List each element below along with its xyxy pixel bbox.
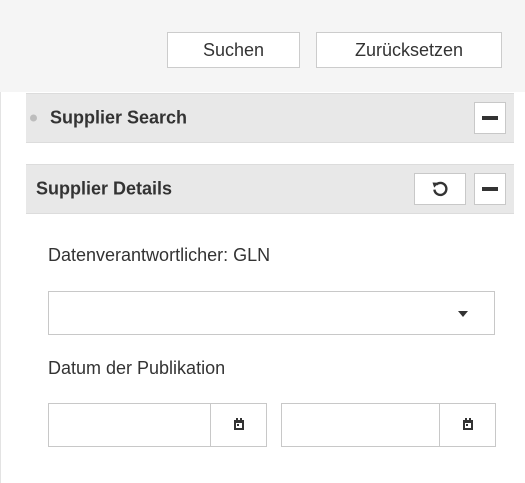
minus-icon <box>482 187 498 191</box>
supplier-search-collapse-button[interactable] <box>474 102 506 134</box>
supplier-details-panel-header[interactable]: Supplier Details <box>26 164 514 214</box>
publication-date-from-group <box>48 403 267 447</box>
action-toolbar: Suchen Zurücksetzen <box>0 0 525 92</box>
publication-date-to-calendar-button[interactable] <box>439 404 495 446</box>
calendar-icon <box>462 418 473 430</box>
publication-date-label: Datum der Publikation <box>48 358 226 378</box>
refresh-icon <box>432 181 448 197</box>
minus-icon <box>482 116 498 120</box>
supplier-details-title: Supplier Details <box>36 178 173 199</box>
search-button[interactable]: Suchen <box>167 32 300 68</box>
supplier-details-collapse-button[interactable] <box>474 173 506 205</box>
supplier-search-panel-header[interactable]: Supplier Search <box>26 93 514 143</box>
publication-date-from-calendar-button[interactable] <box>210 404 266 446</box>
publication-date-to-input[interactable] <box>282 404 440 446</box>
supplier-details-refresh-button[interactable] <box>414 173 466 205</box>
gln-label: Datenverantwortlicher: GLN <box>48 245 271 265</box>
supplier-search-title: Supplier Search <box>50 107 188 128</box>
reset-button[interactable]: Zurücksetzen <box>316 32 502 68</box>
supplier-form-page: Suchen Zurücksetzen Supplier Search Supp… <box>0 0 525 483</box>
calendar-icon <box>233 418 244 430</box>
gln-select[interactable] <box>48 291 495 335</box>
publication-date-to-group <box>281 403 496 447</box>
chevron-down-icon <box>458 311 468 317</box>
publication-date-from-input[interactable] <box>49 404 211 446</box>
bullet-dot-icon <box>30 114 37 122</box>
